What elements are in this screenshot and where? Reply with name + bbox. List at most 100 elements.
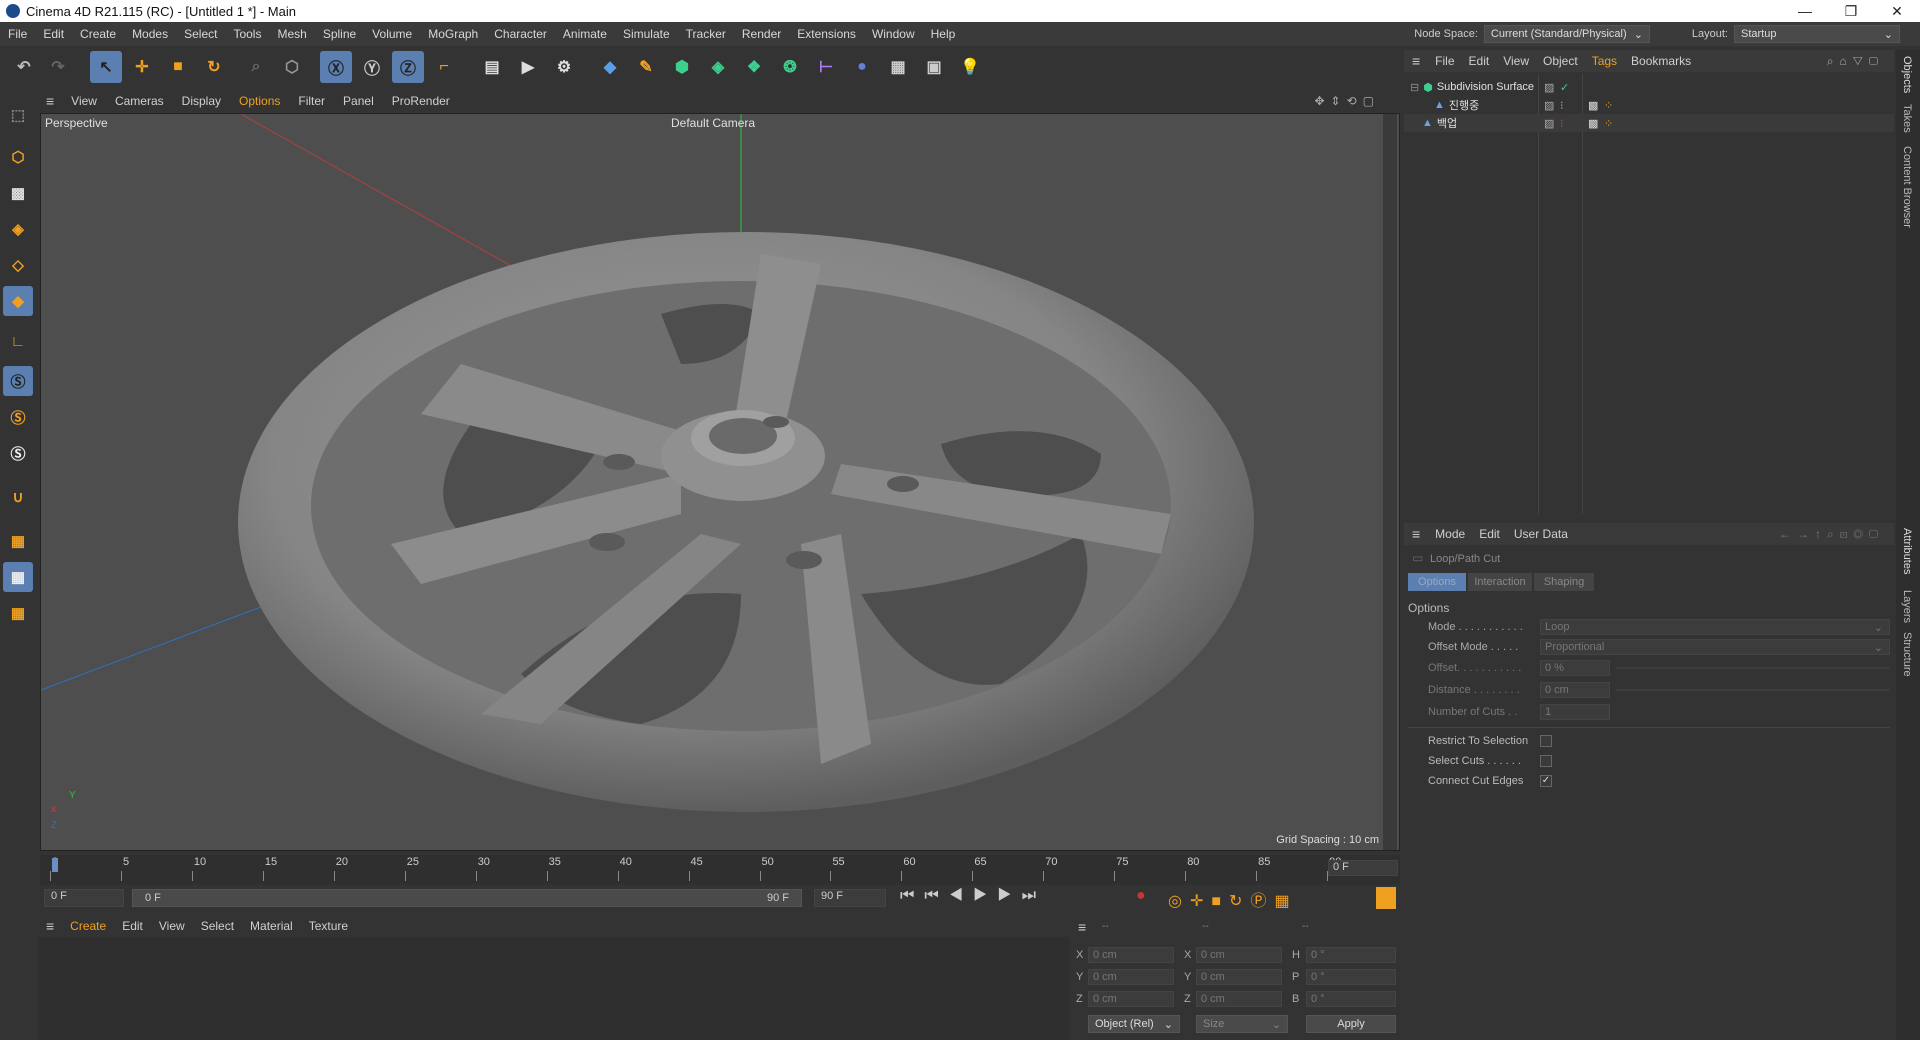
menu-window[interactable]: Window	[864, 27, 923, 41]
playback-controls[interactable]: ⏮⏮◀▶▶⏭	[900, 887, 1046, 905]
3d-viewport[interactable]: Perspective Default Camera x Y Z Grid Sp…	[40, 113, 1400, 851]
object-row[interactable]: ⊟ ⬢ Subdivision Surface ▨ ✓	[1404, 78, 1894, 96]
menu-animate[interactable]: Animate	[555, 27, 615, 41]
distance-slider[interactable]	[1616, 689, 1890, 691]
material-menu-material[interactable]: Material	[242, 919, 301, 933]
restrict-to-selection-checkbox[interactable]	[1540, 735, 1552, 747]
timeline-toggle-icon[interactable]	[1376, 887, 1396, 909]
material-menu-edit[interactable]: Edit	[114, 919, 151, 933]
object-menu-bookmarks[interactable]: Bookmarks	[1624, 54, 1698, 68]
viewport-menu-view[interactable]: View	[62, 94, 106, 108]
keyframe-tools-icons[interactable]: ◎✛■↻Ⓟ▦	[1168, 887, 1298, 911]
recent-tools-icon[interactable]: ⌕	[240, 51, 272, 83]
maximize-button[interactable]: ❐	[1828, 0, 1874, 22]
redo-icon[interactable]: ↷	[42, 51, 74, 83]
render-region-icon[interactable]: ▤	[476, 51, 508, 83]
side-tab-takes[interactable]: Takes	[1901, 104, 1913, 133]
connect-cut-edges-checkbox[interactable]: ✓	[1540, 775, 1552, 787]
subdivision-surface-icon[interactable]: ⬢	[666, 51, 698, 83]
end-frame-field[interactable]: 90 F	[814, 889, 886, 907]
timeline-ruler[interactable]: 051015202530354045505560657075808590 0 F	[40, 855, 1400, 885]
apply-button[interactable]: Apply	[1306, 1015, 1396, 1033]
edges-mode-icon[interactable]: ◇	[3, 250, 33, 280]
record-icon[interactable]: ●	[1136, 887, 1146, 905]
x-axis-lock-icon[interactable]: Ⓧ	[320, 51, 352, 83]
deformer-icon[interactable]: ❖	[738, 51, 770, 83]
attr-nav-icons[interactable]: ←→↑⌕⊡◎▢	[1779, 527, 1884, 542]
object-name[interactable]: Subdivision Surface	[1437, 81, 1534, 93]
model-mode-icon[interactable]: ⬡	[3, 142, 33, 172]
workplane-icon[interactable]: ▦	[3, 526, 33, 556]
material-list[interactable]	[38, 937, 1070, 1040]
attr-menu-mode[interactable]: Mode	[1428, 527, 1472, 541]
current-frame-field[interactable]: 0 F	[1328, 860, 1398, 876]
render-view-icon[interactable]: ▶	[512, 51, 544, 83]
undo-icon[interactable]: ↶	[8, 51, 40, 83]
material-tag-icon[interactable]: ▩	[1588, 99, 1598, 112]
rotation-h-field[interactable]: 0 °	[1306, 947, 1396, 963]
mode-select[interactable]: Loop ⌄	[1540, 619, 1890, 635]
expand-icon[interactable]: ⊟	[1410, 81, 1419, 94]
hamburger-icon[interactable]: ≡	[1404, 53, 1428, 69]
object-menu-view[interactable]: View	[1496, 54, 1536, 68]
object-menu-tags[interactable]: Tags	[1585, 54, 1624, 68]
live-selection-icon[interactable]: ↖	[90, 51, 122, 83]
side-tab-structure[interactable]: Structure	[1901, 632, 1913, 677]
tab-shaping[interactable]: Shaping	[1534, 573, 1594, 591]
side-tab-layers[interactable]: Layers	[1901, 590, 1913, 623]
quantize-icon[interactable]: Ⓢ	[3, 438, 33, 468]
side-tab-attributes[interactable]: Attributes	[1901, 528, 1913, 574]
visibility-toggle[interactable]: ▨	[1544, 117, 1554, 130]
menu-extensions[interactable]: Extensions	[789, 27, 864, 41]
material-menu-view[interactable]: View	[151, 919, 193, 933]
tab-options[interactable]: Options	[1408, 573, 1466, 591]
selection-tag-icon[interactable]: ⁘	[1604, 99, 1613, 112]
menu-edit[interactable]: Edit	[35, 27, 72, 41]
attr-menu-edit[interactable]: Edit	[1472, 527, 1507, 541]
start-frame-field[interactable]: 0 F	[44, 889, 124, 907]
menu-tools[interactable]: Tools	[225, 27, 269, 41]
size-x-field[interactable]: 0 cm	[1196, 947, 1282, 963]
menu-simulate[interactable]: Simulate	[615, 27, 678, 41]
texture-mode-icon[interactable]: ▩	[3, 178, 33, 208]
material-menu-select[interactable]: Select	[193, 919, 242, 933]
planar-workplane-icon[interactable]: ▦	[3, 598, 33, 628]
rotate-icon[interactable]: ↻	[198, 51, 230, 83]
render-toggle[interactable]: ⁝	[1560, 99, 1564, 112]
model-mode-icon[interactable]: ⬡	[276, 51, 308, 83]
viewport-nav-icons[interactable]: ✥⇕⟲▢	[1314, 94, 1380, 108]
z-axis-lock-icon[interactable]: Ⓩ	[392, 51, 424, 83]
menu-help[interactable]: Help	[923, 27, 964, 41]
render-settings-icon[interactable]: ⚙	[548, 51, 580, 83]
object-manager-tool-icons[interactable]: ⌕⌂▽▢	[1827, 54, 1884, 69]
menu-mesh[interactable]: Mesh	[269, 27, 314, 41]
light-icon[interactable]: 💡	[954, 51, 986, 83]
object-name[interactable]: 백업	[1437, 115, 1457, 131]
menu-select[interactable]: Select	[176, 27, 225, 41]
object-name[interactable]: 진행중	[1449, 97, 1479, 113]
menu-character[interactable]: Character	[486, 27, 555, 41]
viewport-scrollbar[interactable]	[1383, 114, 1397, 850]
menu-tracker[interactable]: Tracker	[678, 27, 734, 41]
locked-workplane-icon[interactable]: ▦	[3, 562, 33, 592]
coordinate-system-icon[interactable]: ⌐	[428, 51, 460, 83]
visibility-toggle[interactable]: ▨	[1544, 81, 1554, 94]
object-menu-edit[interactable]: Edit	[1462, 54, 1497, 68]
offset-mode-select[interactable]: Proportional ⌄	[1540, 639, 1890, 655]
menu-create[interactable]: Create	[72, 27, 124, 41]
viewport-menu-options[interactable]: Options	[230, 94, 289, 108]
menu-modes[interactable]: Modes	[124, 27, 176, 41]
object-row[interactable]: ▲ 백업 ▨ ⁝ ▩ ⁘	[1404, 114, 1894, 132]
tab-interaction[interactable]: Interaction	[1468, 573, 1532, 591]
move-icon[interactable]: ✛	[126, 51, 158, 83]
menu-mograph[interactable]: MoGraph	[420, 27, 486, 41]
hamburger-icon[interactable]: ≡	[38, 93, 62, 109]
rotation-p-field[interactable]: 0 °	[1306, 969, 1396, 985]
points-mode-icon[interactable]: ◈	[3, 214, 33, 244]
hamburger-icon[interactable]: ≡	[38, 918, 62, 934]
distance-field[interactable]: 0 cm	[1540, 682, 1610, 698]
menu-render[interactable]: Render	[734, 27, 789, 41]
number-of-cuts-field[interactable]: 1	[1540, 704, 1610, 720]
side-tab-objects[interactable]: Objects	[1901, 56, 1913, 93]
hamburger-icon[interactable]: ≡	[1078, 919, 1086, 935]
